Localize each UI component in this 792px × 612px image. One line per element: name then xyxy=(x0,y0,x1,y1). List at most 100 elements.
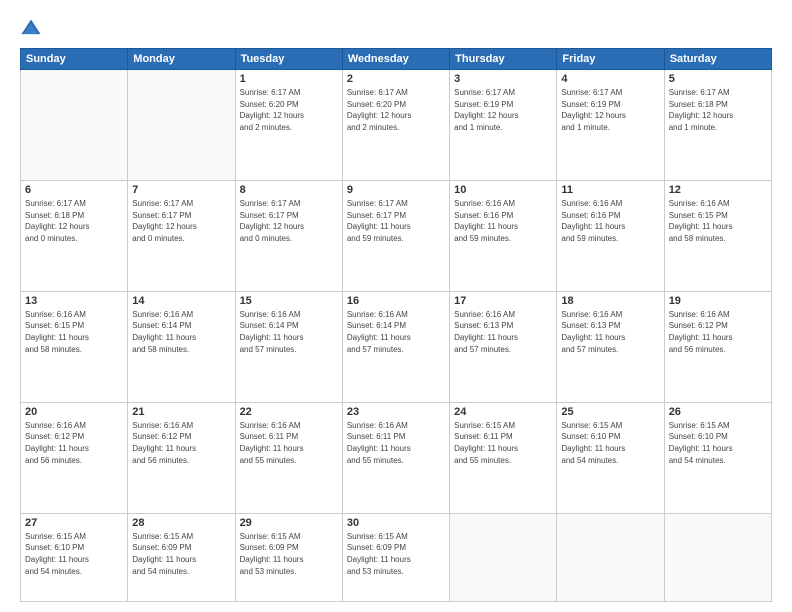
day-detail: Sunrise: 6:16 AMSunset: 6:14 PMDaylight:… xyxy=(347,309,445,355)
table-row xyxy=(450,513,557,601)
table-row: 4 Sunrise: 6:17 AMSunset: 6:19 PMDaylight… xyxy=(557,70,664,181)
day-detail: Sunrise: 6:15 AMSunset: 6:10 PMDaylight:… xyxy=(25,531,123,577)
calendar-week-row: 1 Sunrise: 6:17 AMSunset: 6:20 PMDaylight… xyxy=(21,70,772,181)
calendar-week-row: 6 Sunrise: 6:17 AMSunset: 6:18 PMDaylight… xyxy=(21,180,772,291)
day-detail: Sunrise: 6:17 AMSunset: 6:17 PMDaylight:… xyxy=(347,198,445,244)
day-number: 23 xyxy=(347,406,445,418)
day-detail: Sunrise: 6:17 AMSunset: 6:18 PMDaylight:… xyxy=(25,198,123,244)
table-row: 7 Sunrise: 6:17 AMSunset: 6:17 PMDaylight… xyxy=(128,180,235,291)
day-number: 15 xyxy=(240,295,338,307)
calendar-table: SundayMondayTuesdayWednesdayThursdayFrid… xyxy=(20,48,772,602)
table-row: 28Sunrise: 6:15 AMSunset: 6:09 PMDayligh… xyxy=(128,513,235,601)
day-number: 19 xyxy=(669,295,767,307)
day-detail: Sunrise: 6:15 AMSunset: 6:09 PMDaylight:… xyxy=(347,531,445,577)
table-row: 18 Sunrise: 6:16 AMSunset: 6:13 PMDayligh… xyxy=(557,291,664,402)
days-header-row: SundayMondayTuesdayWednesdayThursdayFrid… xyxy=(21,49,772,70)
day-number: 30 xyxy=(347,517,445,529)
day-detail: Sunrise: 6:16 AMSunset: 6:11 PMDaylight:… xyxy=(347,420,445,466)
day-header-monday: Monday xyxy=(128,49,235,70)
day-detail: Sunrise: 6:17 AMSunset: 6:19 PMDaylight:… xyxy=(561,87,659,133)
logo-icon xyxy=(20,18,42,40)
day-header-wednesday: Wednesday xyxy=(342,49,449,70)
day-detail: Sunrise: 6:16 AMSunset: 6:13 PMDaylight:… xyxy=(561,309,659,355)
table-row: 9 Sunrise: 6:17 AMSunset: 6:17 PMDaylight… xyxy=(342,180,449,291)
table-row: 23 Sunrise: 6:16 AMSunset: 6:11 PMDayligh… xyxy=(342,402,449,513)
table-row: 22Sunrise: 6:16 AMSunset: 6:11 PMDayligh… xyxy=(235,402,342,513)
day-number: 26 xyxy=(669,406,767,418)
day-number: 16 xyxy=(347,295,445,307)
table-row: 25 Sunrise: 6:15 AMSunset: 6:10 PMDayligh… xyxy=(557,402,664,513)
day-number: 2 xyxy=(347,73,445,85)
table-row xyxy=(21,70,128,181)
table-row: 27 Sunrise: 6:15 AMSunset: 6:10 PMDayligh… xyxy=(21,513,128,601)
day-detail: Sunrise: 6:15 AMSunset: 6:10 PMDaylight:… xyxy=(669,420,767,466)
table-row: 13 Sunrise: 6:16 AMSunset: 6:15 PMDayligh… xyxy=(21,291,128,402)
day-number: 17 xyxy=(454,295,552,307)
day-detail: Sunrise: 6:16 AMSunset: 6:14 PMDaylight:… xyxy=(240,309,338,355)
table-row: 5 Sunrise: 6:17 AMSunset: 6:18 PMDaylight… xyxy=(664,70,771,181)
calendar-body: 1 Sunrise: 6:17 AMSunset: 6:20 PMDaylight… xyxy=(21,70,772,602)
day-header-tuesday: Tuesday xyxy=(235,49,342,70)
day-number: 7 xyxy=(132,184,230,196)
table-row: 16 Sunrise: 6:16 AMSunset: 6:14 PMDayligh… xyxy=(342,291,449,402)
day-number: 21 xyxy=(132,406,230,418)
table-row: 6 Sunrise: 6:17 AMSunset: 6:18 PMDaylight… xyxy=(21,180,128,291)
day-number: 27 xyxy=(25,517,123,529)
day-detail: Sunrise: 6:16 AMSunset: 6:16 PMDaylight:… xyxy=(561,198,659,244)
day-detail: Sunrise: 6:17 AMSunset: 6:20 PMDaylight:… xyxy=(240,87,338,133)
table-row: 17 Sunrise: 6:16 AMSunset: 6:13 PMDayligh… xyxy=(450,291,557,402)
day-header-friday: Friday xyxy=(557,49,664,70)
day-number: 20 xyxy=(25,406,123,418)
day-number: 5 xyxy=(669,73,767,85)
table-row: 11 Sunrise: 6:16 AMSunset: 6:16 PMDayligh… xyxy=(557,180,664,291)
day-number: 10 xyxy=(454,184,552,196)
day-number: 3 xyxy=(454,73,552,85)
day-number: 13 xyxy=(25,295,123,307)
day-detail: Sunrise: 6:15 AMSunset: 6:09 PMDaylight:… xyxy=(240,531,338,577)
day-detail: Sunrise: 6:15 AMSunset: 6:10 PMDaylight:… xyxy=(561,420,659,466)
day-detail: Sunrise: 6:16 AMSunset: 6:12 PMDaylight:… xyxy=(669,309,767,355)
day-detail: Sunrise: 6:16 AMSunset: 6:14 PMDaylight:… xyxy=(132,309,230,355)
day-number: 1 xyxy=(240,73,338,85)
day-detail: Sunrise: 6:17 AMSunset: 6:20 PMDaylight:… xyxy=(347,87,445,133)
day-number: 28 xyxy=(132,517,230,529)
table-row: 24 Sunrise: 6:15 AMSunset: 6:11 PMDayligh… xyxy=(450,402,557,513)
day-number: 9 xyxy=(347,184,445,196)
table-row: 1 Sunrise: 6:17 AMSunset: 6:20 PMDaylight… xyxy=(235,70,342,181)
calendar-header: SundayMondayTuesdayWednesdayThursdayFrid… xyxy=(21,49,772,70)
calendar-week-row: 27 Sunrise: 6:15 AMSunset: 6:10 PMDayligh… xyxy=(21,513,772,601)
day-number: 12 xyxy=(669,184,767,196)
day-detail: Sunrise: 6:16 AMSunset: 6:12 PMDaylight:… xyxy=(25,420,123,466)
day-number: 11 xyxy=(561,184,659,196)
day-detail: Sunrise: 6:17 AMSunset: 6:17 PMDaylight:… xyxy=(240,198,338,244)
day-detail: Sunrise: 6:16 AMSunset: 6:16 PMDaylight:… xyxy=(454,198,552,244)
day-detail: Sunrise: 6:16 AMSunset: 6:13 PMDaylight:… xyxy=(454,309,552,355)
table-row xyxy=(557,513,664,601)
day-number: 25 xyxy=(561,406,659,418)
logo xyxy=(20,18,46,40)
table-row: 26 Sunrise: 6:15 AMSunset: 6:10 PMDayligh… xyxy=(664,402,771,513)
day-number: 6 xyxy=(25,184,123,196)
day-detail: Sunrise: 6:16 AMSunset: 6:15 PMDaylight:… xyxy=(669,198,767,244)
day-number: 4 xyxy=(561,73,659,85)
day-detail: Sunrise: 6:17 AMSunset: 6:18 PMDaylight:… xyxy=(669,87,767,133)
day-detail: Sunrise: 6:16 AMSunset: 6:15 PMDaylight:… xyxy=(25,309,123,355)
table-row: 15 Sunrise: 6:16 AMSunset: 6:14 PMDayligh… xyxy=(235,291,342,402)
page: SundayMondayTuesdayWednesdayThursdayFrid… xyxy=(0,0,792,612)
day-number: 14 xyxy=(132,295,230,307)
table-row xyxy=(128,70,235,181)
calendar-week-row: 13 Sunrise: 6:16 AMSunset: 6:15 PMDayligh… xyxy=(21,291,772,402)
day-number: 22 xyxy=(240,406,338,418)
day-detail: Sunrise: 6:15 AMSunset: 6:11 PMDaylight:… xyxy=(454,420,552,466)
table-row: 30 Sunrise: 6:15 AMSunset: 6:09 PMDayligh… xyxy=(342,513,449,601)
table-row: 21Sunrise: 6:16 AMSunset: 6:12 PMDayligh… xyxy=(128,402,235,513)
table-row: 3 Sunrise: 6:17 AMSunset: 6:19 PMDaylight… xyxy=(450,70,557,181)
day-detail: Sunrise: 6:17 AMSunset: 6:19 PMDaylight:… xyxy=(454,87,552,133)
calendar-week-row: 20 Sunrise: 6:16 AMSunset: 6:12 PMDayligh… xyxy=(21,402,772,513)
table-row: 29Sunrise: 6:15 AMSunset: 6:09 PMDayligh… xyxy=(235,513,342,601)
day-number: 24 xyxy=(454,406,552,418)
table-row: 19 Sunrise: 6:16 AMSunset: 6:12 PMDayligh… xyxy=(664,291,771,402)
day-detail: Sunrise: 6:17 AMSunset: 6:17 PMDaylight:… xyxy=(132,198,230,244)
day-number: 18 xyxy=(561,295,659,307)
day-header-thursday: Thursday xyxy=(450,49,557,70)
